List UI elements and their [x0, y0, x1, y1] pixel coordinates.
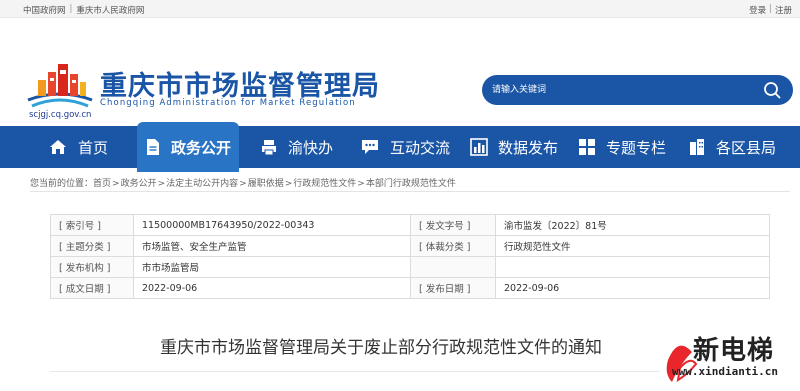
table-row: [ 主题分类 ] 市场监管、安全生产监管 [ 体裁分类 ] 行政规范性文件	[50, 235, 770, 257]
nav-item-special-topics[interactable]: 专题专栏	[578, 126, 666, 168]
breadcrumb-separator: >	[284, 179, 293, 189]
index-label: [ 索引号 ]	[50, 214, 134, 236]
link-cq-gov[interactable]: 重庆市人民政府网	[76, 4, 144, 16]
site-domain: scjgj.cq.gov.cn	[29, 110, 92, 120]
top-links: 中国政府网 | 重庆市人民政府网	[23, 4, 144, 16]
issuer-value: 市市场监管局	[133, 256, 411, 278]
top-bar: 中国政府网 | 重庆市人民政府网 登录 | 注册	[0, 0, 800, 18]
nav-label: 专题专栏	[606, 138, 667, 157]
table-row: [ 索引号 ] 11500000MB17643950/2022-00343 [ …	[50, 214, 770, 236]
search-input[interactable]	[492, 82, 742, 98]
breadcrumb-item[interactable]: 政务公开	[121, 179, 157, 189]
nav-label: 互动交流	[390, 138, 451, 157]
nav-item-data-release[interactable]: 数据发布	[470, 126, 558, 168]
breadcrumb-separator: >	[357, 179, 365, 189]
docno-value: 渝市监发〔2022〕81号	[495, 214, 770, 236]
breadcrumb-item[interactable]: 首页	[93, 179, 111, 189]
grid-icon	[579, 139, 595, 155]
search-box	[482, 75, 793, 105]
document-meta-table: [ 索引号 ] 11500000MB17643950/2022-00343 [ …	[50, 214, 770, 299]
breadcrumb-item[interactable]: 行政规范性文件	[293, 179, 356, 189]
divider	[50, 371, 660, 372]
buildings-icon	[690, 139, 704, 155]
site-header: scjgj.cq.gov.cn 重庆市市场监督管理局 Chongqing Adm…	[0, 18, 800, 126]
chart-icon	[470, 138, 488, 156]
printer-icon	[262, 140, 276, 156]
breadcrumb-item[interactable]: 法定主动公开内容	[166, 179, 238, 189]
genre-value: 行政规范性文件	[495, 235, 770, 257]
breadcrumb-prefix: 您当前的位置：	[30, 179, 94, 189]
link-gov-cn[interactable]: 中国政府网	[23, 4, 66, 16]
nav-item-gov-affairs[interactable]: 政务公开	[137, 122, 240, 172]
table-row: [ 发布机构 ] 市市场监管局	[50, 256, 770, 278]
created-date-value: 2022-09-06	[133, 277, 411, 299]
site-subtitle: Chongqing Administration for Market Regu…	[100, 98, 356, 108]
nav-label: 政务公开	[171, 138, 232, 157]
nav-item-home[interactable]: 首页	[48, 126, 108, 168]
breadcrumb: 您当前的位置：首页>政务公开>法定主动公开内容>履职依据>行政规范性文件>本部门…	[30, 176, 790, 192]
created-date-label: [ 成文日期 ]	[50, 277, 134, 299]
document-icon	[147, 139, 159, 155]
breadcrumb-separator: >	[157, 179, 166, 189]
login-link[interactable]: 登录	[749, 4, 766, 16]
breadcrumb-separator: >	[112, 179, 120, 189]
watermark-text: 新电梯	[693, 336, 775, 366]
document-title: 重庆市市场监督管理局关于废止部分行政规范性文件的通知	[160, 338, 602, 358]
table-row: [ 成文日期 ] 2022-09-06 [ 发布日期 ] 2022-09-06	[50, 277, 770, 299]
chat-icon	[362, 140, 378, 154]
divider: |	[769, 4, 772, 14]
nav-item-yukuaiban[interactable]: 渝快办	[260, 126, 333, 168]
breadcrumb-item[interactable]: 履职依据	[248, 179, 284, 189]
nav-label: 渝快办	[288, 138, 334, 157]
topic-value: 市场监管、安全生产监管	[133, 235, 411, 257]
divider: |	[69, 4, 73, 14]
account-links: 登录 | 注册	[749, 4, 792, 16]
home-icon	[50, 140, 66, 154]
watermark-url: www.xindianti.cn	[672, 365, 778, 378]
nav-item-districts[interactable]: 各区县局	[688, 126, 776, 168]
nav-label: 各区县局	[716, 138, 777, 157]
nav-label: 数据发布	[498, 138, 559, 157]
genre-label: [ 体裁分类 ]	[410, 235, 496, 257]
breadcrumb-separator: >	[239, 179, 247, 189]
site-logo-icon[interactable]	[24, 60, 96, 108]
issuer-label: [ 发布机构 ]	[50, 256, 134, 278]
search-icon[interactable]	[763, 81, 781, 99]
published-date-value: 2022-09-06	[495, 277, 770, 299]
nav-item-interaction[interactable]: 互动交流	[360, 126, 450, 168]
register-link[interactable]: 注册	[775, 4, 792, 16]
topic-label: [ 主题分类 ]	[50, 235, 134, 257]
breadcrumb-item[interactable]: 本部门行政规范性文件	[366, 179, 456, 189]
docno-label: [ 发文字号 ]	[410, 214, 496, 236]
published-date-label: [ 发布日期 ]	[410, 277, 496, 299]
empty-cell	[495, 256, 770, 278]
index-value: 11500000MB17643950/2022-00343	[133, 214, 411, 236]
nav-label: 首页	[78, 138, 109, 157]
empty-cell	[410, 256, 496, 278]
main-nav: 首页 政务公开 渝快办 互动交流 数据发布 专题专栏 各区县局	[0, 122, 800, 172]
